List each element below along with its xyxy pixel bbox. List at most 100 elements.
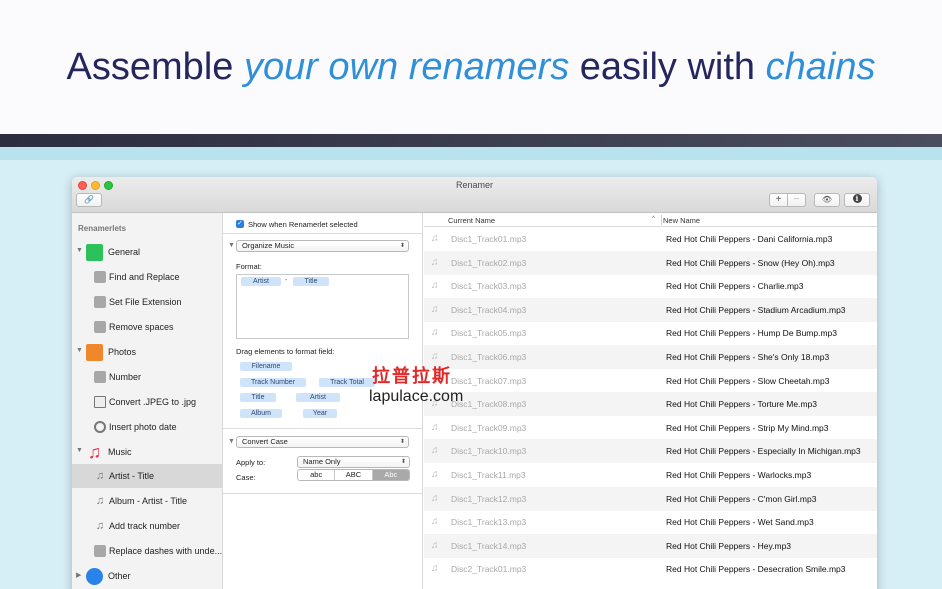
- sidebar-item-set-file-extension[interactable]: Set File Extension: [72, 290, 223, 314]
- element-album[interactable]: Album: [240, 409, 282, 418]
- sidebar-item-replace-dashes[interactable]: Replace dashes with unde...: [72, 539, 223, 563]
- element-title[interactable]: Title: [240, 393, 276, 402]
- organize-music-popup[interactable]: Organize Music ⬍: [236, 240, 409, 252]
- sidebar-group-photos[interactable]: ▼ Photos: [72, 340, 223, 364]
- format-field[interactable]: Artist - Title: [236, 274, 409, 339]
- show-when-selected-checkbox[interactable]: ✓: [236, 220, 244, 228]
- music-file-icon: ♫: [431, 469, 439, 480]
- disclosure-down-icon[interactable]: ▼: [76, 347, 83, 354]
- info-button[interactable]: i: [844, 193, 870, 207]
- sidebar-group-label: Other: [108, 571, 131, 581]
- new-name-cell: Red Hot Chili Peppers - Snow (Hey Oh).mp…: [666, 257, 835, 268]
- music-file-icon: ♫: [431, 421, 439, 433]
- table-row[interactable]: ♫ Disc1_Track10.mp3 Red Hot Chili Peppers …: [424, 439, 877, 464]
- case-segmented-control[interactable]: abc ABC Abc: [297, 469, 410, 481]
- sidebar-item-remove-spaces[interactable]: Remove spaces: [72, 315, 223, 339]
- disclosure-down-icon[interactable]: ▼: [76, 247, 83, 254]
- format-token-title[interactable]: Title: [293, 277, 329, 286]
- current-name-cell: Disc1_Track11.mp3: [451, 470, 526, 480]
- table-row[interactable]: ♫ Disc1_Track07.mp3 Red Hot Chili Peppers …: [424, 369, 877, 393]
- table-row[interactable]: ♫ Disc1_Track09.mp3 Red Hot Chili Peppers …: [424, 416, 877, 440]
- headline-part3: easily with: [569, 46, 766, 88]
- watermark-url-text: lapulace.com: [369, 388, 464, 405]
- column-header-current[interactable]: Current Name: [448, 216, 495, 225]
- disclosure-down-icon[interactable]: ▼: [76, 447, 83, 454]
- sidebar-item-number[interactable]: Number: [72, 365, 223, 389]
- case-option-lower[interactable]: abc: [298, 470, 336, 480]
- table-row[interactable]: ♫ Disc1_Track03.mp3 Red Hot Chili Peppers …: [424, 274, 877, 298]
- case-option-upper[interactable]: ABC: [335, 470, 373, 480]
- column-header-new[interactable]: New Name: [663, 216, 700, 225]
- sidebar-item-label: Replace dashes with unde...: [109, 546, 223, 556]
- table-row[interactable]: ♫ Disc1_Track14.mp3 Red Hot Chili Peppers …: [424, 533, 877, 558]
- drag-elements-label: Drag elements to format field:: [236, 347, 335, 356]
- current-name-cell: Disc1_Track05.mp3: [451, 328, 527, 339]
- cube-icon: [94, 271, 106, 283]
- column-separator[interactable]: [661, 215, 662, 225]
- table-row[interactable]: ♫ Disc1_Track11.mp3 Red Hot Chili Peppers …: [424, 463, 877, 487]
- divider: [223, 233, 423, 234]
- sidebar-item-artist-title[interactable]: ♫ Artist - Title: [72, 464, 223, 488]
- cube-icon: [94, 545, 106, 557]
- titlebar: Renamer 🔗 + − 👁 i: [72, 177, 877, 213]
- new-name-cell: Red Hot Chili Peppers - She's Only 18.mp…: [666, 352, 830, 362]
- element-track-number[interactable]: Track Number: [240, 378, 306, 387]
- table-row[interactable]: ♫ Disc1_Track08.mp3 Red Hot Chili Peppers …: [424, 392, 877, 417]
- music-note-icon: ♫: [95, 495, 105, 507]
- sidebar-group-music[interactable]: ▼ ♫ Music: [72, 440, 223, 464]
- table-row[interactable]: ♫ Disc1_Track05.mp3 Red Hot Chili Peppers …: [424, 321, 877, 345]
- current-name-cell: Disc1_Track10.mp3: [451, 446, 527, 457]
- music-file-icon: ♫: [431, 256, 439, 268]
- new-name-cell: Red Hot Chili Peppers - Hump De Bump.mp3: [666, 328, 838, 339]
- new-name-cell: Red Hot Chili Peppers - C'mon Girl.mp3: [666, 493, 817, 504]
- sidebar-item-convert-jpeg[interactable]: Convert .JPEG to .jpg: [72, 390, 223, 414]
- sidebar-item-insert-photo-date[interactable]: Insert photo date: [72, 415, 223, 439]
- sidebar-item-label: Artist - Title: [109, 471, 155, 481]
- table-row[interactable]: ♫ Disc1_Track06.mp3 Red Hot Chili Peppers …: [424, 345, 877, 369]
- new-name-cell: Red Hot Chili Peppers - Especially In Mi…: [666, 446, 861, 457]
- apply-to-label: Apply to:: [236, 458, 266, 467]
- sidebar-group-general[interactable]: ▼ General: [72, 240, 223, 264]
- table-row[interactable]: ♫ Disc1_Track13.mp3 Red Hot Chili Peppers …: [424, 510, 877, 534]
- element-filename[interactable]: Filename: [240, 362, 292, 371]
- table-row[interactable]: ♫ Disc1_Track01.mp3 Red Hot Chili Peppers …: [424, 227, 877, 251]
- table-row[interactable]: ♫ Disc1_Track04.mp3 Red Hot Chili Peppers …: [424, 297, 877, 322]
- new-name-cell: Red Hot Chili Peppers - Strip My Mind.mp…: [666, 422, 829, 433]
- apply-to-popup[interactable]: Name Only ⬍: [297, 456, 410, 468]
- current-name-cell: Disc1_Track04.mp3: [451, 304, 527, 315]
- new-name-cell: Red Hot Chili Peppers - Stadium Arcadium…: [666, 304, 846, 315]
- link-button[interactable]: 🔗: [76, 193, 102, 207]
- collapse-icon[interactable]: ▼: [228, 438, 235, 445]
- format-token-artist[interactable]: Artist: [241, 277, 281, 286]
- music-file-icon: ♫: [431, 303, 439, 315]
- table-row[interactable]: ♫ Disc1_Track12.mp3 Red Hot Chili Peppers …: [424, 486, 877, 511]
- preview-button[interactable]: 👁: [814, 193, 840, 207]
- collapse-icon[interactable]: ▼: [228, 242, 235, 249]
- element-artist[interactable]: Artist: [296, 393, 340, 402]
- format-label: Format:: [236, 262, 262, 271]
- add-button[interactable]: +: [769, 193, 788, 207]
- minus-icon: −: [793, 194, 800, 205]
- sidebar-group-other[interactable]: ▶ Other: [72, 564, 223, 588]
- remove-button[interactable]: −: [787, 193, 806, 207]
- table-row[interactable]: ♫ Disc2_Track01.mp3 Red Hot Chili Peppers …: [424, 557, 877, 581]
- sidebar-item-album-artist-title[interactable]: ♫ Album - Artist - Title: [72, 489, 223, 513]
- disclosure-right-icon[interactable]: ▶: [76, 571, 81, 579]
- divider: [223, 493, 423, 494]
- sidebar-item-label: Convert .JPEG to .jpg: [109, 397, 197, 407]
- sidebar-item-label: Find and Replace: [109, 272, 180, 282]
- info-icon: i: [852, 194, 862, 204]
- new-name-cell: Red Hot Chili Peppers - Wet Sand.mp3: [666, 517, 814, 528]
- sidebar-item-add-track-number[interactable]: ♫ Add track number: [72, 514, 223, 538]
- music-file-icon: ♫: [431, 492, 439, 504]
- table-row[interactable]: ♫ Disc1_Track02.mp3 Red Hot Chili Peppers …: [424, 250, 877, 275]
- sidebar-item-find-and-replace[interactable]: Find and Replace: [72, 265, 223, 289]
- window-title: Renamer: [455, 180, 493, 190]
- element-year[interactable]: Year: [303, 409, 337, 418]
- table-header: Current Name ^ New Name: [424, 213, 877, 227]
- music-file-icon: ♫: [431, 539, 439, 551]
- sidebar-group-label: Music: [108, 447, 132, 457]
- case-option-title[interactable]: Abc: [372, 470, 409, 480]
- convert-case-popup[interactable]: Convert Case ⬍: [236, 436, 409, 448]
- watermark-chinese-text: 拉普拉斯: [372, 366, 452, 387]
